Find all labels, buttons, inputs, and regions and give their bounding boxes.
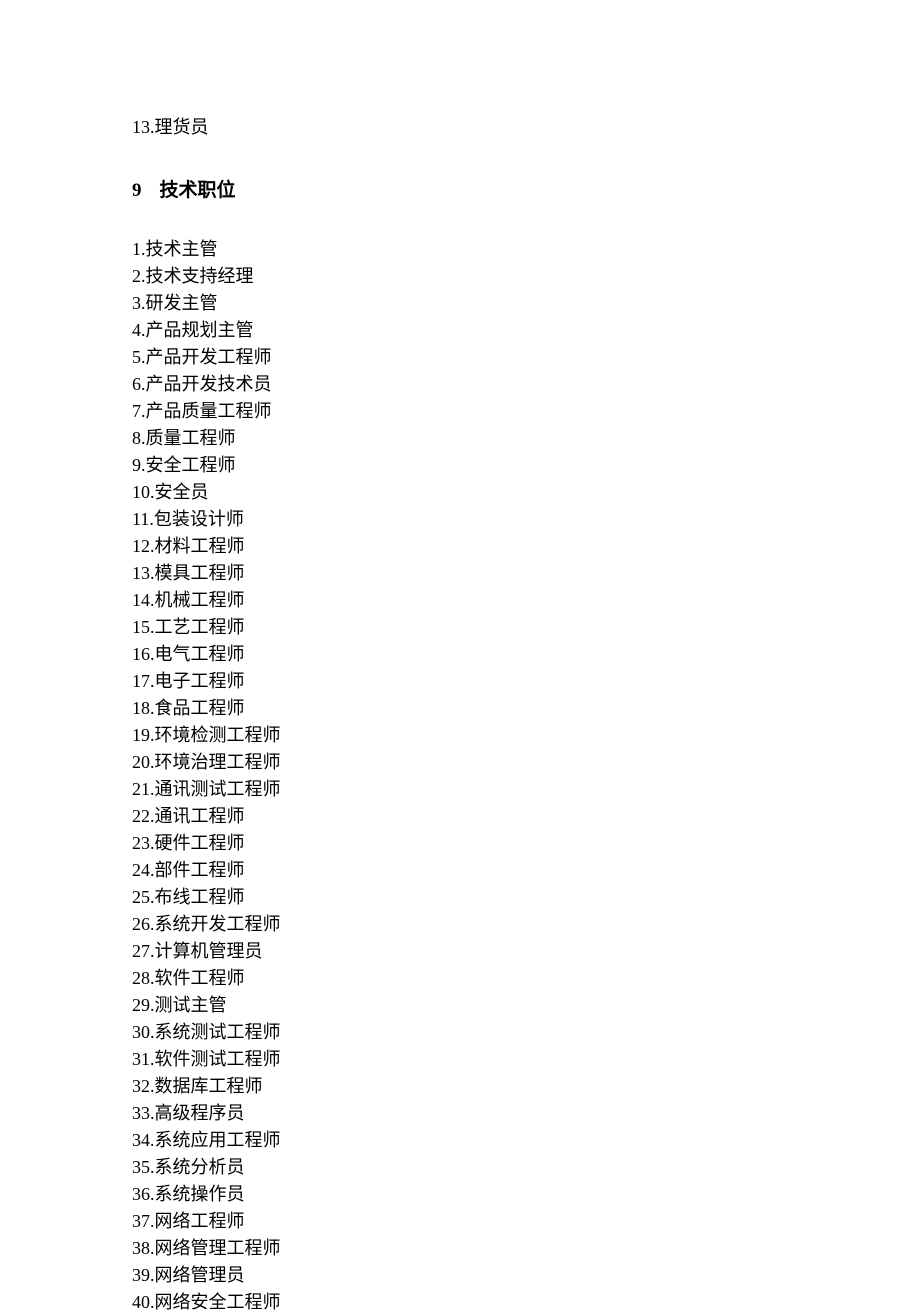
list-item: 23.硬件工程师 <box>132 830 920 857</box>
previous-section-item: 13.理货员 <box>132 116 920 139</box>
list-item: 15.工艺工程师 <box>132 614 920 641</box>
list-item: 33.高级程序员 <box>132 1100 920 1127</box>
list-item: 24.部件工程师 <box>132 857 920 884</box>
list-item: 19.环境检测工程师 <box>132 722 920 749</box>
list-item: 35.系统分析员 <box>132 1154 920 1181</box>
list-item: 9.安全工程师 <box>132 452 920 479</box>
list-item: 22.通讯工程师 <box>132 803 920 830</box>
list-item: 1.技术主管 <box>132 236 920 263</box>
list-item: 32.数据库工程师 <box>132 1073 920 1100</box>
list-item: 37.网络工程师 <box>132 1208 920 1235</box>
list-item: 25.布线工程师 <box>132 884 920 911</box>
list-item: 12.材料工程师 <box>132 533 920 560</box>
list-item: 3.研发主管 <box>132 290 920 317</box>
list-item: 39.网络管理员 <box>132 1262 920 1289</box>
list-item: 14.机械工程师 <box>132 587 920 614</box>
list-item: 20.环境治理工程师 <box>132 749 920 776</box>
list-item: 4.产品规划主管 <box>132 317 920 344</box>
list-item: 18.食品工程师 <box>132 695 920 722</box>
list-item: 38.网络管理工程师 <box>132 1235 920 1262</box>
list-item: 7.产品质量工程师 <box>132 398 920 425</box>
list-item: 8.质量工程师 <box>132 425 920 452</box>
list-item: 34.系统应用工程师 <box>132 1127 920 1154</box>
list-item: 26.系统开发工程师 <box>132 911 920 938</box>
list-item: 10.安全员 <box>132 479 920 506</box>
section-header: 9 技术职位 <box>132 175 920 202</box>
list-item: 11.包装设计师 <box>132 506 920 533</box>
list-item: 36.系统操作员 <box>132 1181 920 1208</box>
section-title: 技术职位 <box>160 180 236 201</box>
list-item: 5.产品开发工程师 <box>132 344 920 371</box>
list-item: 27.计算机管理员 <box>132 938 920 965</box>
list-item: 6.产品开发技术员 <box>132 371 920 398</box>
list-item: 29.测试主管 <box>132 992 920 1019</box>
list-item: 16.电气工程师 <box>132 641 920 668</box>
list-item: 2.技术支持经理 <box>132 263 920 290</box>
section-number: 9 <box>132 180 142 202</box>
list-item: 31.软件测试工程师 <box>132 1046 920 1073</box>
list-item: 30.系统测试工程师 <box>132 1019 920 1046</box>
list-item: 40.网络安全工程师 <box>132 1289 920 1316</box>
list-item: 28.软件工程师 <box>132 965 920 992</box>
list-item: 17.电子工程师 <box>132 668 920 695</box>
list-item: 13.模具工程师 <box>132 560 920 587</box>
items-list: 1.技术主管 2.技术支持经理 3.研发主管 4.产品规划主管 5.产品开发工程… <box>132 236 920 1316</box>
list-item: 21.通讯测试工程师 <box>132 776 920 803</box>
